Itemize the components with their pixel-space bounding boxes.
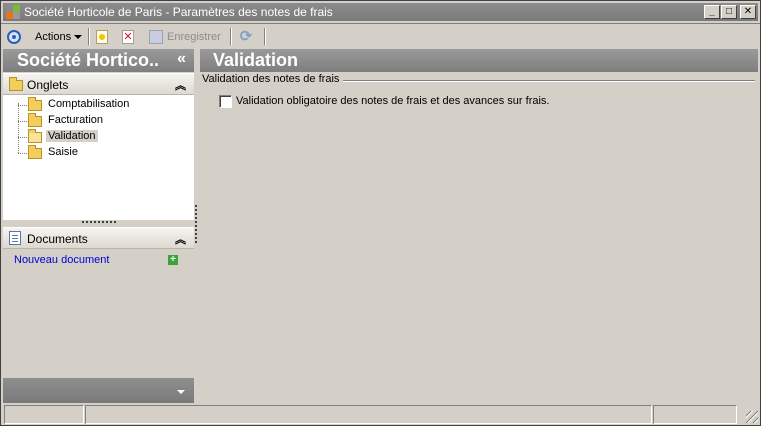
left-panel-footer[interactable] [3, 378, 194, 403]
refresh-button[interactable]: ⟳ [238, 27, 254, 46]
status-bar [0, 404, 761, 426]
tree-item-label: Validation [46, 130, 98, 142]
tabs-section-label: Onglets [27, 78, 69, 92]
tree-item-label: Saisie [48, 146, 78, 158]
actions-label: Actions [35, 30, 72, 43]
toolbar-separator [264, 28, 266, 45]
tree-item-saisie[interactable]: Saisie [18, 145, 188, 161]
horizontal-splitter[interactable] [3, 220, 194, 226]
tree-item-validation[interactable]: Validation [18, 129, 188, 145]
folder-icon [28, 145, 42, 159]
toolbar-separator [88, 28, 90, 45]
title-bar-inner: Société Horticole de Paris - Paramètres … [3, 3, 758, 21]
tree-item-facturation[interactable]: Facturation [18, 113, 188, 129]
status-cell [653, 405, 737, 424]
tree-item-label: Comptabilisation [48, 98, 130, 110]
left-panel-header: Société Hortico.. « [3, 49, 194, 72]
group-divider [340, 80, 755, 82]
mandatory-validation-checkbox[interactable] [219, 95, 232, 108]
title-bar: Société Horticole de Paris - Paramètres … [0, 0, 761, 24]
app-logo-icon [6, 5, 20, 19]
close-button[interactable]: ✕ [740, 5, 756, 19]
folder-icon [9, 77, 23, 91]
dropdown-arrow-icon [74, 34, 83, 39]
page-title: Validation [213, 50, 299, 70]
add-icon[interactable]: + [168, 255, 178, 265]
save-label: Enregistrer [167, 30, 221, 43]
new-button[interactable] [96, 27, 108, 46]
chevron-up-icon[interactable]: ︽ [175, 77, 186, 93]
delete-button[interactable]: ✕ [122, 27, 134, 46]
target-icon [7, 29, 21, 44]
documents-section-header[interactable]: Documents ︽ [3, 227, 194, 249]
tabs-section-header[interactable]: Onglets ︽ [3, 73, 194, 95]
group-title: Validation des notes de frais [202, 73, 344, 85]
vertical-splitter[interactable] [195, 205, 197, 243]
status-cell [4, 405, 84, 424]
refresh-icon: ⟳ [239, 27, 253, 45]
resize-grip-icon[interactable] [746, 411, 758, 423]
toolbar-separator [230, 28, 232, 45]
actions-menu-button[interactable]: Actions [35, 27, 83, 46]
minimize-button[interactable]: _ [704, 5, 720, 19]
window-title: Société Horticole de Paris - Paramètres … [24, 5, 333, 19]
save-icon [149, 29, 163, 44]
documents-section-label: Documents [27, 232, 88, 246]
company-title: Société Hortico.. [17, 50, 160, 70]
documents-panel: Nouveau document + [3, 250, 194, 378]
mandatory-validation-label[interactable]: Validation obligatoire des notes de frai… [236, 95, 549, 107]
tree-item-comptabilisation[interactable]: Comptabilisation [18, 97, 188, 113]
chevron-up-icon[interactable]: ︽ [175, 231, 186, 247]
maximize-button[interactable]: □ [721, 5, 737, 19]
folder-icon [28, 113, 42, 127]
grip-icon [82, 221, 116, 223]
home-button[interactable] [7, 27, 21, 46]
toolbar: Actions ✕ Enregistrer ⟳ [0, 25, 761, 48]
dropdown-arrow-icon [177, 390, 185, 394]
document-icon [9, 231, 21, 245]
folder-open-icon [28, 129, 42, 143]
new-document-icon [96, 29, 108, 44]
tabs-tree: Comptabilisation Facturation Validation … [3, 95, 194, 220]
folder-icon [28, 97, 42, 111]
new-document-link[interactable]: Nouveau document [14, 254, 109, 266]
main-panel-header: Validation [200, 49, 758, 72]
collapse-panel-icon[interactable]: « [177, 50, 186, 68]
save-button[interactable]: Enregistrer [149, 27, 221, 46]
status-cell [85, 405, 652, 424]
tree-item-label: Facturation [48, 114, 104, 126]
delete-icon: ✕ [122, 29, 134, 44]
